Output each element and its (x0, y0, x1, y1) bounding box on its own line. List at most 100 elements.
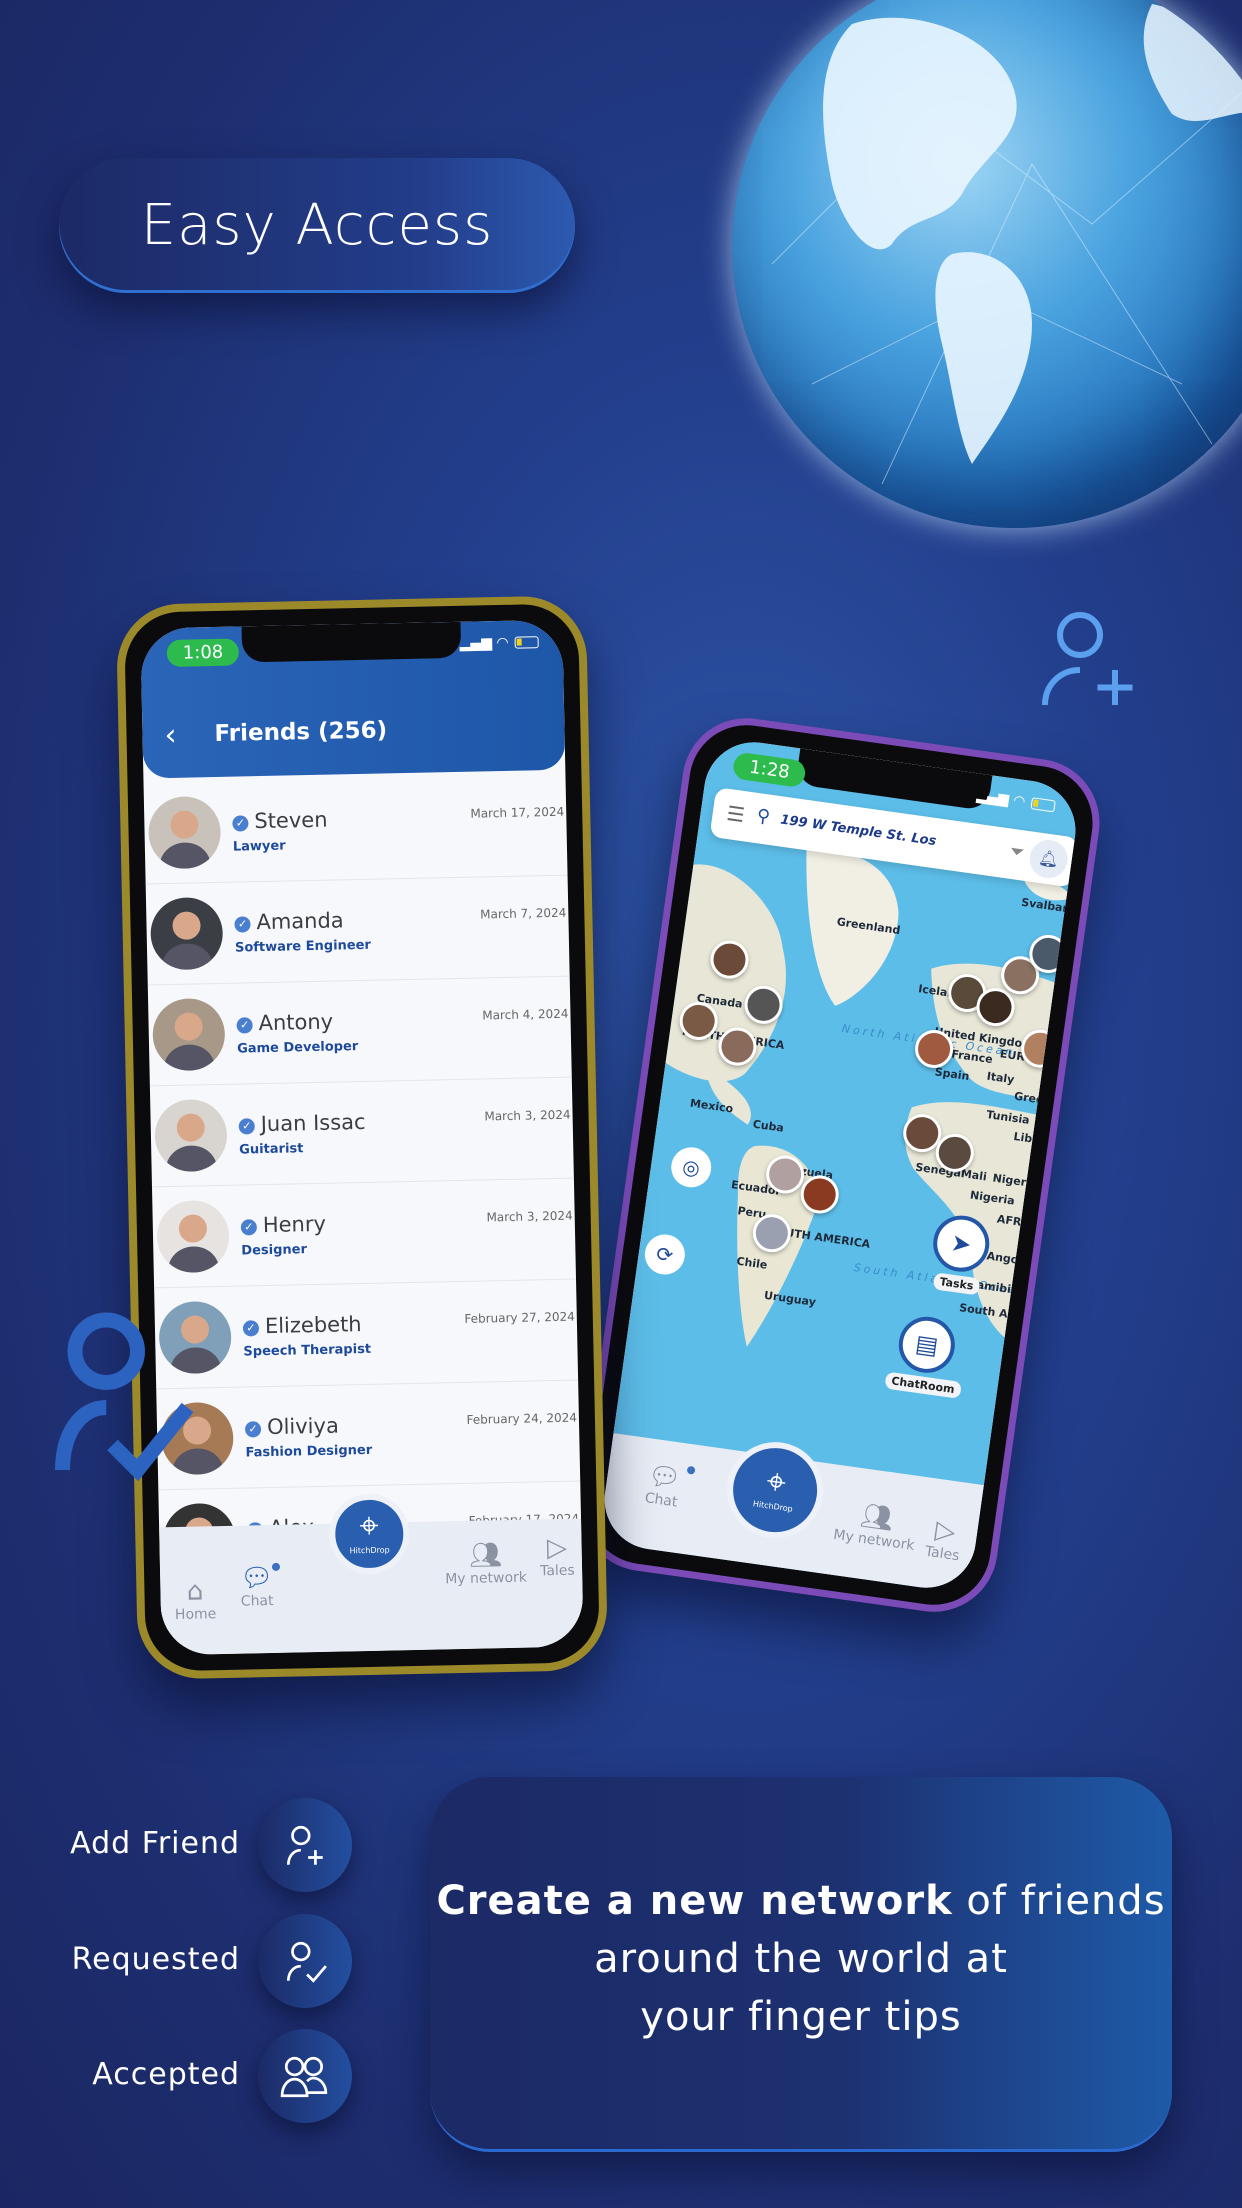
feature-label-accepted: Accepted (92, 2057, 240, 2092)
tab-home[interactable]: ⌂ Home (174, 1576, 217, 1623)
friend-job: Game Developer (236, 1039, 359, 1057)
friend-date: February 27, 2024 (464, 1309, 575, 1326)
friend-name: ✓ Henry (240, 1211, 327, 1238)
friend-date: March 17, 2024 (470, 804, 565, 821)
tab-label: Chat (240, 1592, 274, 1610)
friend-row[interactable]: ✓ Elizebeth Speech Therapist February 27,… (154, 1279, 579, 1390)
users-icon: 👥︎ (468, 1540, 503, 1571)
tab-label: HitchDrop (349, 1545, 390, 1556)
friend-job: Fashion Designer (245, 1442, 373, 1461)
battery-icon (1030, 797, 1056, 813)
friend-name-text: Steven (254, 807, 328, 834)
verified-icon: ✓ (238, 1118, 255, 1135)
menu-icon[interactable]: ☰ (725, 801, 746, 827)
search-input[interactable]: 199 W Temple St. Los (779, 812, 937, 849)
map-screen: Greenland Svalbard Iceland Canada NORTH … (598, 735, 1082, 1595)
tab-my-network[interactable]: 👥︎ My network (444, 1540, 528, 1588)
chat-icon: 💬︎ (645, 1460, 683, 1495)
friend-row[interactable]: ✓ Henry Designer March 3, 2024 (151, 1178, 577, 1289)
friend-date: March 4, 2024 (482, 1006, 569, 1023)
tab-label: Chat (643, 1490, 679, 1511)
unread-dot (271, 1562, 281, 1571)
user-plus-icon (280, 1825, 330, 1865)
friend-date: March 3, 2024 (486, 1208, 573, 1225)
user-plus-icon (1030, 600, 1150, 740)
tab-tales[interactable]: ▷ Tales (924, 1514, 965, 1564)
page-title: Friends (256) (214, 717, 388, 747)
feature-label-add-friend: Add Friend (70, 1826, 240, 1861)
avatar (152, 997, 226, 1072)
chat-icon: 💬︎ (239, 1562, 274, 1594)
friend-name: ✓ Elizebeth (242, 1312, 362, 1339)
tagline-line-3: your finger tips (640, 1994, 962, 2040)
avatar (147, 795, 222, 870)
friend-row[interactable]: ✓ Oliviya Fashion Designer February 24, 2… (156, 1380, 581, 1491)
map-phone: Greenland Svalbard Iceland Canada NORTH … (572, 709, 1108, 1621)
friend-row[interactable]: ✓ Steven Lawyer March 17, 2024 (143, 774, 568, 885)
back-button[interactable]: ‹ (164, 718, 177, 753)
tagline: Create a new network of friends around t… (430, 1872, 1172, 2046)
friend-name-text: Elizebeth (264, 1312, 362, 1339)
friend-name: ✓ Antony (236, 1010, 333, 1036)
requested-button[interactable] (258, 1914, 352, 2008)
tab-chat[interactable]: 💬︎ Chat (644, 1460, 683, 1510)
friend-name: ✓ Amanda (234, 908, 344, 934)
tab-chat[interactable]: 💬︎ Chat (240, 1563, 274, 1610)
accepted-button[interactable] (258, 2029, 352, 2123)
friend-name: ✓ Juan Issac (238, 1109, 366, 1137)
users-icon (277, 2056, 333, 2097)
friend-job: Lawyer (232, 838, 286, 855)
unread-dot (686, 1465, 696, 1475)
friend-date: March 3, 2024 (484, 1107, 571, 1124)
user-check-icon (50, 1300, 200, 1494)
friend-date: March 7, 2024 (480, 905, 567, 922)
friend-row[interactable]: ✓ Juan Issac Guitarist March 3, 2024 (149, 1077, 574, 1188)
friend-row[interactable]: ✓ Antony Game Developer March 4, 2024 (147, 976, 572, 1087)
tagline-card: Create a new network of friends around t… (430, 1777, 1172, 2152)
status-icons: ▂▄▆ ◠ (460, 634, 539, 652)
tab-label: Tales (923, 1543, 961, 1565)
verified-icon: ✓ (240, 1219, 258, 1236)
tab-label: Tales (539, 1562, 575, 1580)
avatar (149, 896, 224, 971)
friend-name-text: Amanda (256, 908, 344, 935)
friend-job: Designer (241, 1242, 308, 1259)
play-icon: ▷ (546, 1532, 568, 1564)
tab-my-network[interactable]: 👥︎ My network (832, 1497, 919, 1554)
bell-icon[interactable]: 🔔︎ (1027, 837, 1071, 881)
avatar (156, 1199, 230, 1274)
home-icon: ⌂ (186, 1576, 204, 1607)
friend-name: ✓ Steven (232, 808, 328, 834)
battery-icon (514, 636, 539, 649)
friend-name-text: Henry (262, 1211, 327, 1238)
verified-icon: ✓ (242, 1320, 260, 1337)
friends-screen: ‹ Friends (256) 1:08 ▂▄▆ ◠ ✓ Steven Lawye… (140, 619, 584, 1656)
feature-label-requested: Requested (71, 1942, 240, 1977)
tagline-line-2: around the world at (594, 1936, 1008, 1982)
easy-access-heading: Easy Access (59, 158, 575, 293)
friend-job: Software Engineer (234, 937, 372, 956)
friend-name-text: Antony (258, 1009, 334, 1036)
friends-list: ✓ Steven Lawyer March 17, 2024 ✓ Amanda So… (143, 774, 583, 1592)
avatar (154, 1098, 228, 1173)
friend-row[interactable]: ✓ Amanda Software Engineer March 7, 2024 (145, 875, 570, 986)
search-icon: ⚲ (755, 805, 772, 828)
notch (241, 621, 462, 663)
verified-icon: ✓ (244, 1421, 262, 1438)
friend-name-text: Oliviya (266, 1413, 340, 1440)
verified-icon: ✓ (236, 1017, 253, 1034)
friend-name-text: Juan Issac (260, 1109, 366, 1137)
tab-label: My network (445, 1569, 528, 1588)
tab-tales[interactable]: ▷ Tales (539, 1533, 575, 1580)
user-check-icon (280, 1941, 330, 1983)
add-friend-button[interactable] (258, 1798, 352, 1892)
location-pin-icon: ⌖ (359, 1505, 380, 1547)
friend-job: Guitarist (239, 1141, 304, 1158)
friend-date: February 24, 2024 (466, 1410, 578, 1427)
status-time: 1:08 (166, 638, 240, 667)
friend-job: Speech Therapist (243, 1341, 372, 1360)
chatroom-icon: ▤ (913, 1329, 940, 1361)
verified-icon: ✓ (232, 815, 249, 832)
filter-icon[interactable]: ⏷ (1008, 841, 1025, 864)
friend-name: ✓ Oliviya (244, 1413, 340, 1440)
